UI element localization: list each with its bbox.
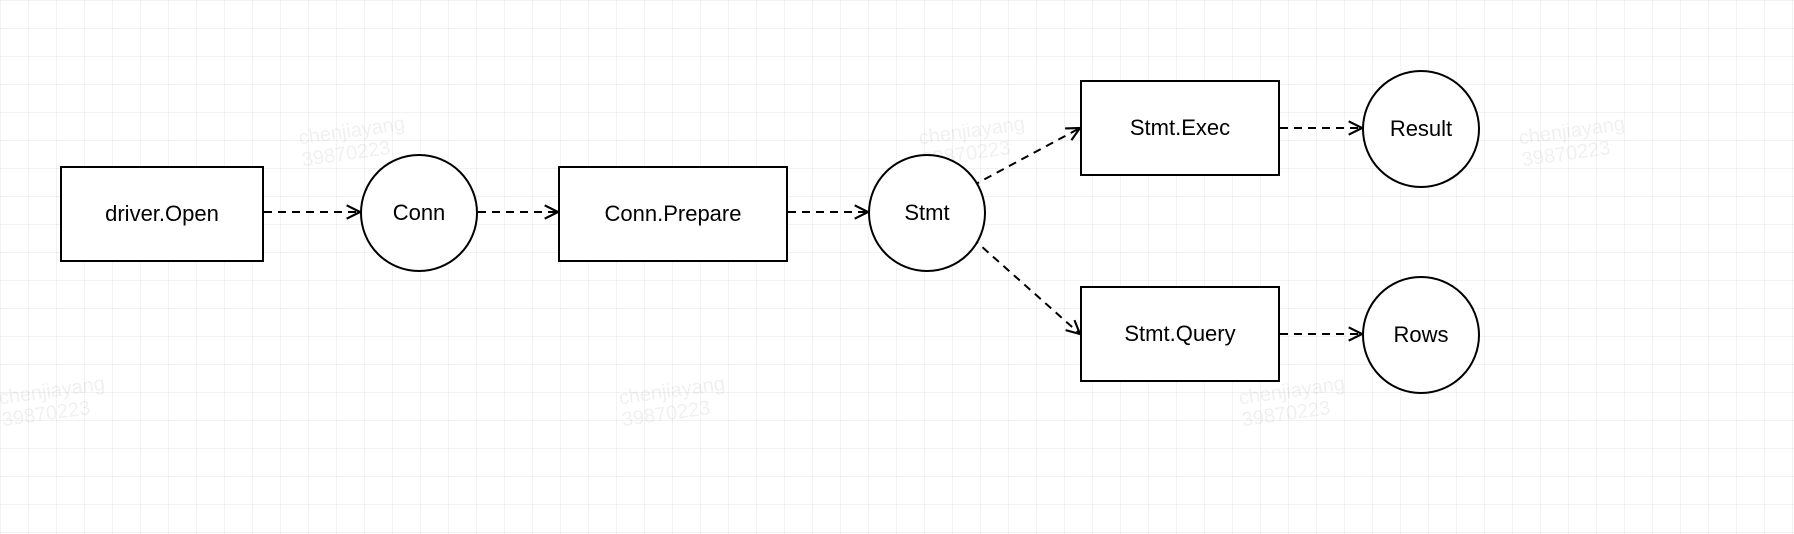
node-conn: Conn <box>360 154 478 272</box>
diagram-canvas: chenjiayang 39870223 chenjiayang 3987022… <box>0 0 1794 534</box>
node-label: Stmt.Exec <box>1130 115 1230 141</box>
node-label: Conn.Prepare <box>605 201 742 227</box>
node-driver-open: driver.Open <box>60 166 264 262</box>
node-stmt-exec: Stmt.Exec <box>1080 80 1280 176</box>
node-label: Stmt.Query <box>1124 321 1235 347</box>
node-label: driver.Open <box>105 201 219 227</box>
node-rows: Rows <box>1362 276 1480 394</box>
edge-stmt-stmtquery <box>972 238 1080 334</box>
node-label: Rows <box>1393 322 1448 348</box>
node-label: Stmt <box>904 200 949 226</box>
node-conn-prepare: Conn.Prepare <box>558 166 788 262</box>
edges-layer <box>0 0 1794 534</box>
watermark: chenjiayang 39870223 <box>617 373 729 431</box>
edge-stmt-stmtexec <box>972 128 1080 186</box>
watermark: chenjiayang 39870223 <box>0 373 109 431</box>
node-stmt: Stmt <box>868 154 986 272</box>
node-result: Result <box>1362 70 1480 188</box>
node-stmt-query: Stmt.Query <box>1080 286 1280 382</box>
node-label: Conn <box>393 200 446 226</box>
watermark: chenjiayang 39870223 <box>1517 113 1629 171</box>
node-label: Result <box>1390 116 1452 142</box>
